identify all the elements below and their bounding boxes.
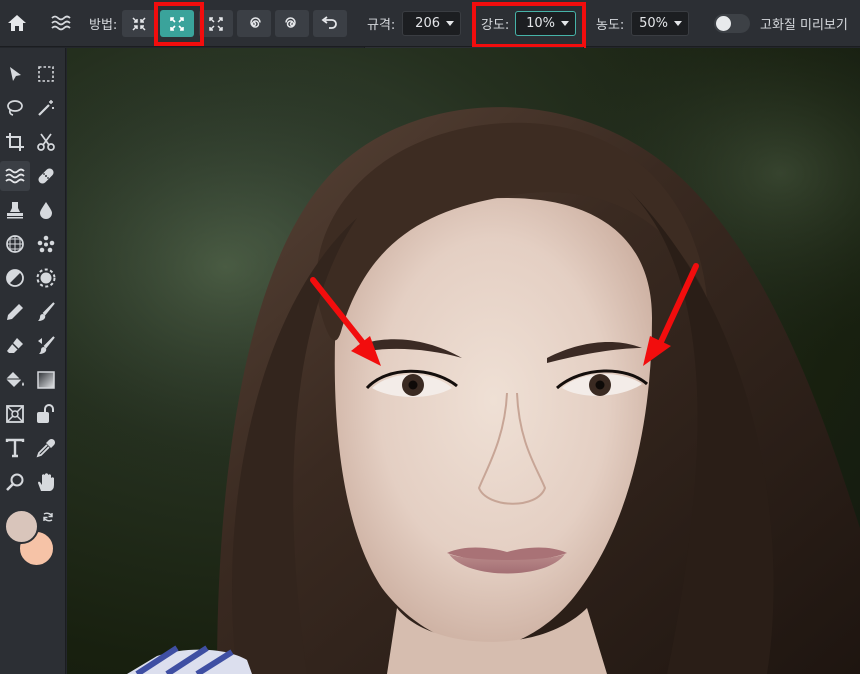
pinch-icon — [209, 16, 223, 31]
gradient-icon[interactable] — [31, 365, 61, 395]
density-value: 50% — [639, 16, 668, 31]
placeholder-icon[interactable] — [0, 399, 30, 429]
color-replace-icon[interactable] — [31, 331, 61, 361]
undo-icon — [321, 15, 337, 29]
sponge-icon[interactable] — [0, 229, 30, 259]
liquify-tool-icon — [46, 8, 76, 38]
toggle-knob — [716, 16, 731, 31]
scissors-icon[interactable] — [31, 127, 61, 157]
brightness-icon[interactable] — [31, 263, 61, 293]
eraser-icon[interactable] — [0, 331, 30, 361]
highlight-box-method — [154, 2, 204, 46]
arrow-select-icon[interactable] — [0, 59, 30, 89]
undo-button[interactable] — [313, 10, 347, 37]
chevron-down-icon — [674, 21, 682, 26]
scale-dropdown[interactable]: 206 — [402, 11, 461, 36]
crop-icon[interactable] — [0, 127, 30, 157]
hq-preview-label: 고화질 미리보기 — [760, 18, 848, 33]
twirl-cw-icon — [250, 16, 261, 28]
shrink-method-button[interactable] — [122, 10, 156, 37]
liquify-icon[interactable] — [0, 161, 30, 191]
eyedropper-icon[interactable] — [31, 433, 61, 463]
text-icon[interactable] — [0, 433, 30, 463]
pinch-method-button[interactable] — [199, 10, 233, 37]
shrink-icon — [132, 16, 146, 31]
scale-value: 206 — [415, 16, 440, 31]
lasso-icon[interactable] — [0, 93, 30, 123]
paint-bucket-icon[interactable] — [0, 365, 30, 395]
zoom-icon[interactable] — [0, 467, 30, 497]
density-label: 농도: — [596, 18, 625, 33]
magic-wand-icon[interactable] — [31, 93, 61, 123]
eraser-shape-icon[interactable] — [31, 399, 61, 429]
contrast-icon[interactable] — [0, 263, 30, 293]
density-dropdown[interactable]: 50% — [631, 11, 689, 36]
home-icon[interactable] — [4, 8, 30, 38]
hq-preview-toggle[interactable] — [714, 14, 750, 33]
healing-bandage-icon[interactable] — [31, 161, 61, 191]
primary-color-swatch[interactable] — [4, 509, 39, 544]
method-label: 방법: — [89, 18, 118, 33]
twirl-ccw-icon — [285, 16, 296, 28]
brush-icon[interactable] — [31, 297, 61, 327]
blur-drop-icon[interactable] — [31, 195, 61, 225]
twirl-clockwise-button[interactable] — [237, 10, 271, 37]
swap-colors-icon[interactable] — [38, 507, 58, 527]
tool-panel — [0, 48, 66, 674]
scale-label: 규격: — [367, 18, 396, 33]
dots-icon[interactable] — [31, 229, 61, 259]
chevron-down-icon — [446, 21, 454, 26]
marquee-select-icon[interactable] — [31, 59, 61, 89]
pencil-icon[interactable] — [0, 297, 30, 327]
twirl-counterclockwise-button[interactable] — [275, 10, 309, 37]
image-canvas[interactable] — [67, 48, 860, 674]
portrait-photo — [67, 48, 860, 674]
top-toolbar: 방법: 규격: 206 강도: 10% 농도: 50% 고화질 미리보기 — [0, 0, 860, 48]
hand-icon[interactable] — [31, 467, 61, 497]
clone-stamp-icon[interactable] — [0, 195, 30, 225]
highlight-box-strength — [472, 2, 586, 48]
